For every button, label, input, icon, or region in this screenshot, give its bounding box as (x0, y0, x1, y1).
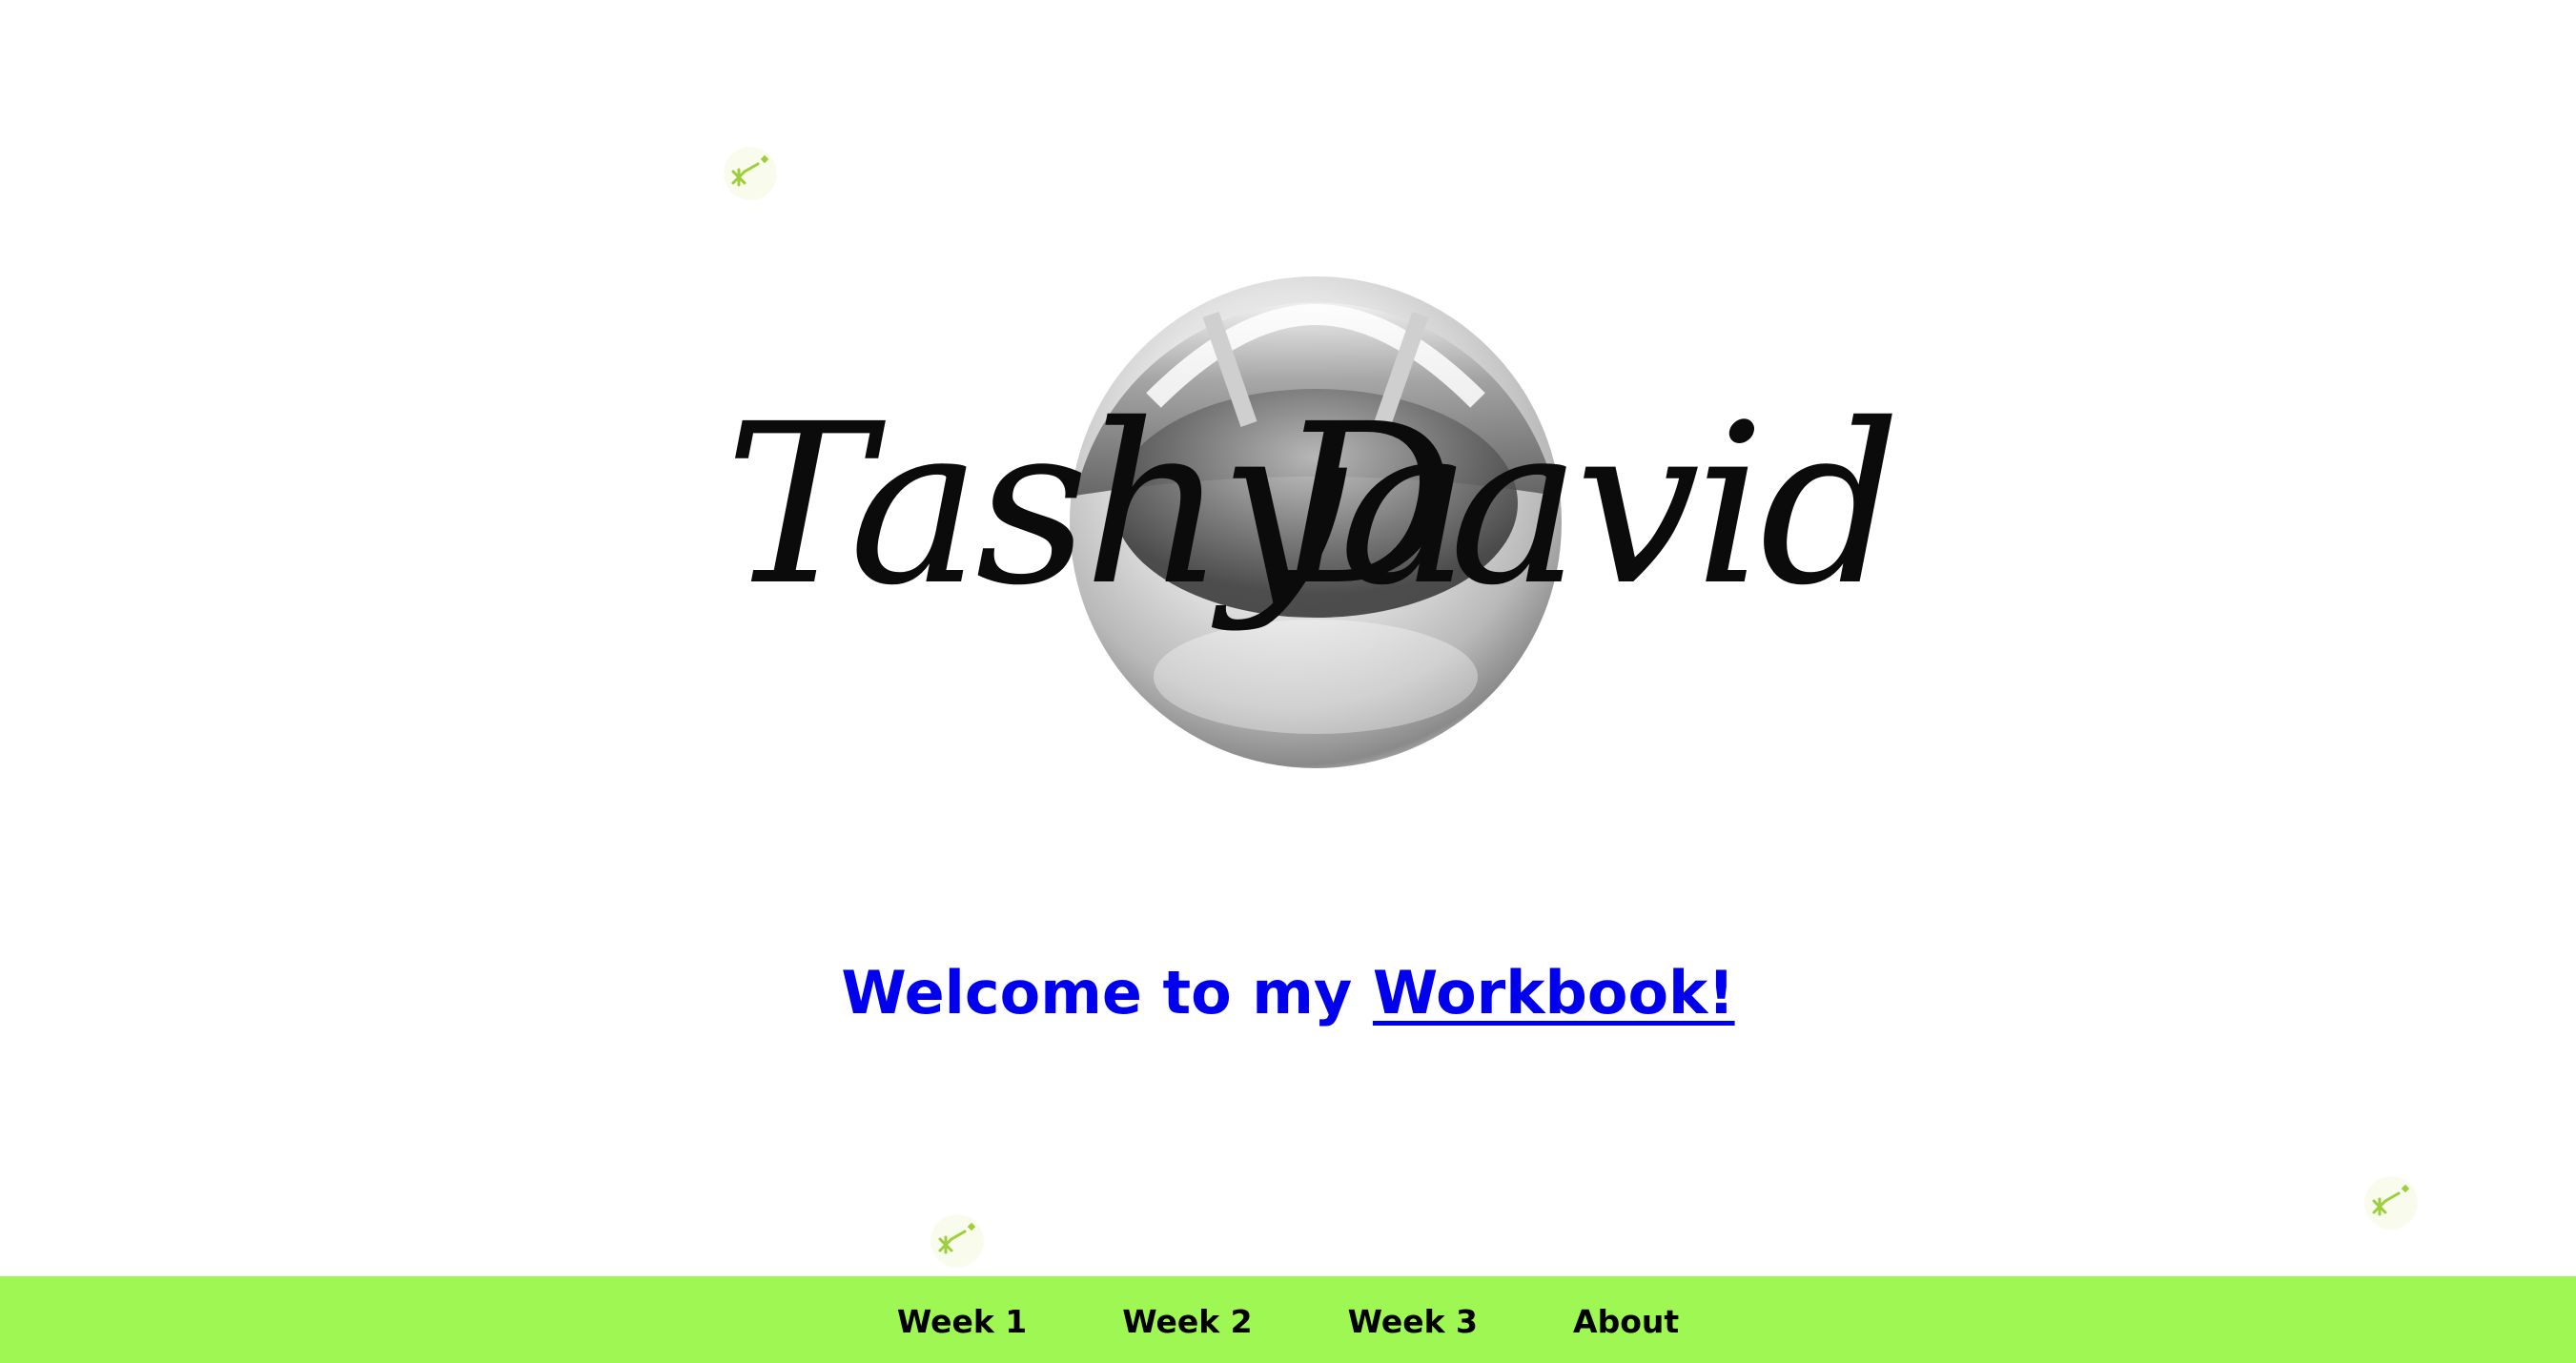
sparkle-icon (720, 143, 781, 204)
sparkle-icon (2361, 1172, 2422, 1233)
hero-graphic: Tashya David (725, 276, 1901, 768)
name-last: David (1274, 376, 1895, 634)
bottom-nav: Week 1 Week 2 Week 3 About (0, 1276, 2576, 1363)
nav-about[interactable]: About (1573, 1299, 1679, 1340)
hero-logo: Tashya David (705, 257, 1907, 791)
sparkle-icon (927, 1210, 988, 1271)
welcome-text: Welcome to my (841, 958, 1373, 1027)
nav-week-2[interactable]: Week 2 (1122, 1299, 1252, 1340)
nav-week-3[interactable]: Week 3 (1348, 1299, 1478, 1340)
welcome-heading: Welcome to my Workbook! (0, 958, 2576, 1027)
nav-week-1[interactable]: Week 1 (897, 1299, 1027, 1340)
workbook-link[interactable]: Workbook! (1373, 958, 1735, 1027)
